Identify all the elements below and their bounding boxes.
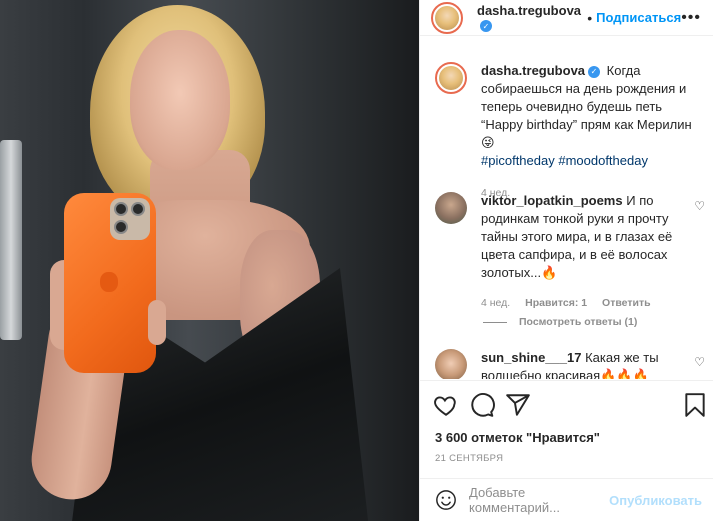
comment-username[interactable]: viktor_lopatkin_poems — [481, 193, 623, 208]
post-photo[interactable] — [0, 0, 419, 521]
post-sidebar: dasha.tregubova✓ • Подписаться ••• dasha… — [419, 0, 713, 521]
post-date[interactable]: 21 СЕНТЯБРЯ — [435, 453, 503, 464]
likes-count[interactable]: 3 600 отметок "Нравится" — [435, 430, 600, 445]
caption-avatar[interactable] — [435, 62, 467, 94]
comment-likes[interactable]: Нравится: 1 — [525, 297, 587, 309]
comment-item: sun_shine___17 Какая же ты волшебно крас… — [435, 349, 699, 379]
comment-username[interactable]: sun_shine___17 — [481, 350, 581, 365]
verified-badge-icon: ✓ — [480, 20, 492, 32]
caption-username[interactable]: dasha.tregubova — [481, 63, 585, 78]
follow-button[interactable]: Подписаться — [596, 10, 681, 25]
action-bar — [420, 380, 713, 432]
comments-list[interactable]: dasha.tregubova ✓ Когда собираешься на де… — [420, 47, 713, 379]
verified-badge-icon: ✓ — [588, 66, 601, 78]
emoji-icon[interactable] — [435, 489, 457, 511]
caption-hashtags[interactable]: #picoftheday #moodoftheday — [481, 153, 648, 168]
photo-face — [130, 30, 230, 170]
photo-finger — [148, 300, 166, 345]
replies-line — [483, 321, 507, 323]
comment-input[interactable]: Добавьте комментарий... — [469, 485, 609, 515]
heart-icon[interactable] — [433, 392, 459, 418]
more-icon[interactable]: ••• — [681, 9, 701, 27]
reply-button[interactable]: Ответить — [602, 297, 651, 309]
comment-avatar[interactable] — [435, 192, 467, 224]
author-username[interactable]: dasha.tregubova✓ — [477, 3, 583, 33]
view-replies-label: Посмотреть ответы (1) — [519, 316, 638, 328]
author-avatar[interactable] — [431, 1, 463, 34]
comment-icon[interactable] — [469, 392, 495, 418]
share-icon[interactable] — [505, 392, 531, 418]
photo-shelf — [0, 140, 22, 340]
post-header: dasha.tregubova✓ • Подписаться ••• — [420, 0, 713, 36]
publish-button[interactable]: Опубликовать — [609, 493, 702, 508]
comment-time[interactable]: 4 нед. — [481, 297, 510, 309]
comment-like-heart-icon[interactable]: ♡ — [694, 355, 705, 369]
comment-like-heart-icon[interactable]: ♡ — [694, 199, 705, 213]
bookmark-icon[interactable] — [682, 392, 708, 418]
comment-item: viktor_lopatkin_poems И по родинкам тонк… — [435, 192, 699, 312]
photo-phone-camera — [110, 198, 150, 240]
caption: dasha.tregubova ✓ Когда собираешься на де… — [435, 62, 699, 202]
comment-avatar[interactable] — [435, 349, 467, 379]
view-replies-button[interactable]: Посмотреть ответы (1) — [483, 316, 637, 328]
add-comment-bar: Добавьте комментарий... Опубликовать — [420, 478, 713, 521]
photo-phone-logo — [100, 272, 118, 292]
header-separator: • — [587, 9, 593, 26]
